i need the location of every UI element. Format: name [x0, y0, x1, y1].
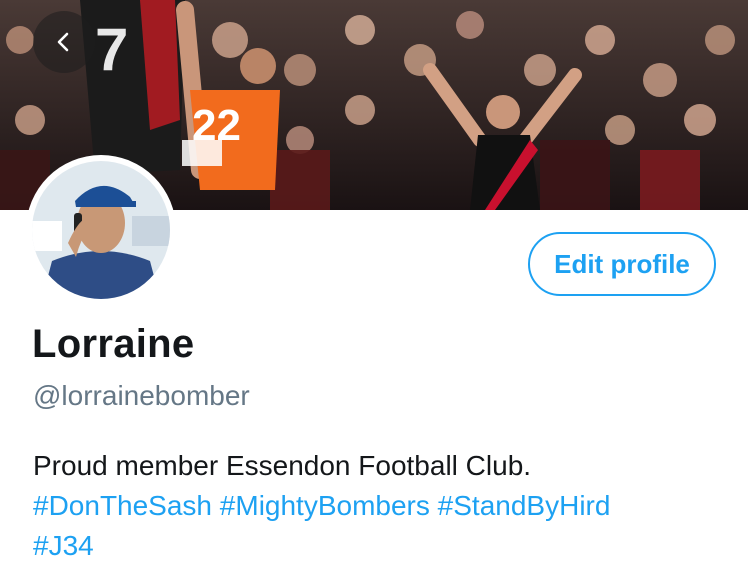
profile-bio: Proud member Essendon Football Club. #Do… — [33, 446, 723, 566]
hashtag-link[interactable]: #StandByHird — [438, 490, 611, 521]
chevron-left-icon — [57, 32, 69, 52]
bio-text: Proud member Essendon Football Club. — [33, 450, 532, 481]
edit-profile-button[interactable]: Edit profile — [528, 232, 716, 296]
profile-avatar[interactable] — [26, 155, 176, 305]
hashtag-link[interactable]: #J34 — [33, 530, 94, 561]
avatar-image — [32, 161, 170, 299]
hashtag-link[interactable]: #MightyBombers — [220, 490, 430, 521]
display-name: Lorraine — [32, 322, 195, 366]
svg-text:7: 7 — [95, 16, 128, 83]
hashtag-link[interactable]: #DonTheSash — [33, 490, 212, 521]
back-button[interactable] — [33, 11, 95, 73]
profile-handle: @lorrainebomber — [33, 380, 250, 411]
